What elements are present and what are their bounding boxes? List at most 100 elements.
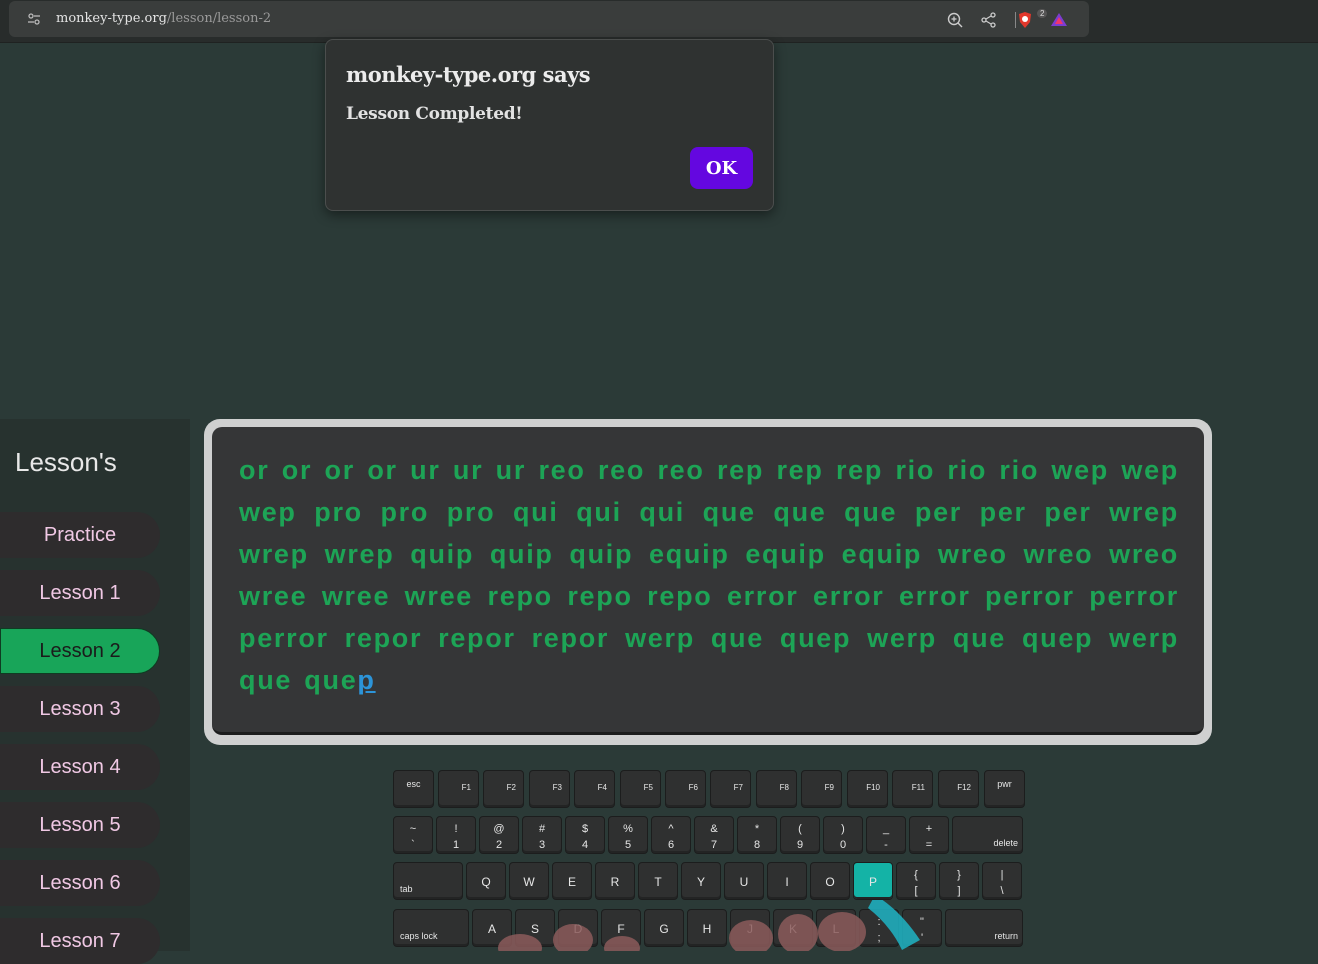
typing-panel[interactable]: or or or or ur ur ur reo reo reo rep rep…	[204, 419, 1212, 745]
on-screen-keyboard: esc F1 F2 F3 F4 F5 F6 F7 F8 F9 F10 F11 F12 pwr ~ `! 1 @2 #…	[390, 768, 1026, 958]
zoom-icon[interactable]	[946, 11, 964, 29]
key--[interactable]: _ -	[866, 816, 906, 854]
url-path: /lesson/lesson-2	[166, 11, 272, 26]
key-h[interactable]: H	[687, 909, 727, 947]
key-\[interactable]: | \	[982, 862, 1022, 900]
sidebar-item-lesson-3[interactable]: Lesson 3	[0, 686, 160, 732]
ok-button[interactable]: OK	[690, 147, 753, 189]
key-p[interactable]: P	[853, 862, 893, 900]
key-label: F9	[824, 783, 834, 792]
key-f6[interactable]: F6	[665, 770, 706, 808]
key-f12[interactable]: F12	[938, 770, 979, 808]
key-label: L	[832, 922, 840, 936]
lessons-sidebar: Lesson's Practice Lesson 1 Lesson 2 Less…	[0, 419, 190, 964]
sidebar-item-practice[interactable]: Practice	[0, 512, 160, 558]
key-label: esc	[406, 779, 421, 789]
key-esc[interactable]: esc	[393, 770, 434, 808]
key-f[interactable]: F	[601, 909, 641, 947]
key-tab[interactable]: tab	[393, 862, 463, 900]
share-icon[interactable]	[980, 11, 998, 29]
key-9[interactable]: (9	[780, 816, 820, 854]
sidebar-item-lesson-7[interactable]: Lesson 7	[0, 918, 160, 964]
sidebar-item-lesson-2[interactable]: Lesson 2	[0, 628, 160, 674]
key-label: R	[610, 875, 620, 889]
key-caps-lock[interactable]: caps lock	[393, 909, 469, 947]
key-f1[interactable]: F1	[438, 770, 479, 808]
key-e[interactable]: E	[552, 862, 592, 900]
sidebar-item-lesson-6[interactable]: Lesson 6	[0, 860, 160, 906]
key-j[interactable]: J	[730, 909, 770, 947]
key-f8[interactable]: F8	[756, 770, 797, 808]
shield-count-badge: 2	[1037, 9, 1048, 18]
key-[[interactable]: {[	[896, 862, 936, 900]
key-f4[interactable]: F4	[574, 770, 615, 808]
key-shift-label: %	[623, 823, 633, 835]
key-f11[interactable]: F11	[892, 770, 933, 808]
key-8[interactable]: * 8	[737, 816, 777, 854]
key-w[interactable]: W	[509, 862, 549, 900]
key-f7[interactable]: F7	[710, 770, 751, 808]
key-label: 3	[538, 839, 546, 851]
dialog-message: Lesson Completed!	[346, 104, 523, 124]
sidebar-item-lesson-5[interactable]: Lesson 5	[0, 802, 160, 848]
key-r[interactable]: R	[595, 862, 635, 900]
key-shift-label: $	[581, 823, 589, 835]
key-3[interactable]: #3	[522, 816, 562, 854]
lesson-text: or or or or ur ur ur reo reo reo rep rep…	[239, 449, 1179, 701]
key-pwr[interactable]: pwr	[984, 770, 1025, 808]
address-bar[interactable]: monkey-type.org/lesson/lesson-2 2	[9, 1, 1089, 37]
key-delete[interactable]: delete	[952, 816, 1023, 854]
key-label: F6	[688, 783, 698, 792]
key-label: O	[825, 875, 835, 889]
key-;[interactable]: :;	[859, 909, 899, 947]
key-label: \	[1000, 885, 1004, 897]
key-u[interactable]: U	[724, 862, 764, 900]
key-label: ;	[877, 932, 881, 944]
key-d[interactable]: D	[558, 909, 598, 947]
key-label: 2	[495, 839, 503, 851]
key-return[interactable]: return	[945, 909, 1023, 947]
url-text[interactable]: monkey-type.org/lesson/lesson-2	[56, 11, 271, 26]
key-a[interactable]: A	[472, 909, 512, 947]
key-f2[interactable]: F2	[483, 770, 524, 808]
brave-shield-icon[interactable]	[1016, 11, 1034, 29]
rewards-icon[interactable]	[1050, 11, 1068, 29]
key-g[interactable]: G	[644, 909, 684, 947]
key-=[interactable]: + =	[909, 816, 949, 854]
key-q[interactable]: Q	[466, 862, 506, 900]
key-k[interactable]: K	[773, 909, 813, 947]
key-t[interactable]: T	[638, 862, 678, 900]
key-f9[interactable]: F9	[801, 770, 842, 808]
key-shift-label: ^	[668, 823, 674, 835]
key-label: 1	[452, 839, 460, 851]
key-][interactable]: }]	[939, 862, 979, 900]
key-7[interactable]: & 7	[694, 816, 734, 854]
key-label: 8	[753, 839, 761, 851]
key-y[interactable]: Y	[681, 862, 721, 900]
key-6[interactable]: ^ 6	[651, 816, 691, 854]
sidebar-item-lesson-4[interactable]: Lesson 4	[0, 744, 160, 790]
key-l[interactable]: L	[816, 909, 856, 947]
key-s[interactable]: S	[515, 909, 555, 947]
key-1[interactable]: ! 1	[436, 816, 476, 854]
key-label: F7	[733, 783, 743, 792]
sidebar-item-lesson-1[interactable]: Lesson 1	[0, 570, 160, 616]
key-label: F8	[779, 783, 789, 792]
key-label: 7	[710, 839, 718, 851]
key-5[interactable]: % 5	[608, 816, 648, 854]
key-f5[interactable]: F5	[620, 770, 661, 808]
key-label: F10	[866, 783, 880, 792]
key-'[interactable]: " '	[902, 909, 942, 947]
key-4[interactable]: $4	[565, 816, 605, 854]
key-label: T	[654, 875, 662, 889]
key-f3[interactable]: F3	[529, 770, 570, 808]
key-f10[interactable]: F10	[847, 770, 888, 808]
key-i[interactable]: I	[767, 862, 807, 900]
key-label: H	[702, 922, 712, 936]
key-o[interactable]: O	[810, 862, 850, 900]
key-2[interactable]: @2	[479, 816, 519, 854]
key-0[interactable]: ) 0	[823, 816, 863, 854]
site-settings-icon[interactable]	[27, 12, 41, 26]
key-`[interactable]: ~ `	[393, 816, 433, 854]
typing-area[interactable]: or or or or ur ur ur reo reo reo rep rep…	[212, 427, 1204, 735]
